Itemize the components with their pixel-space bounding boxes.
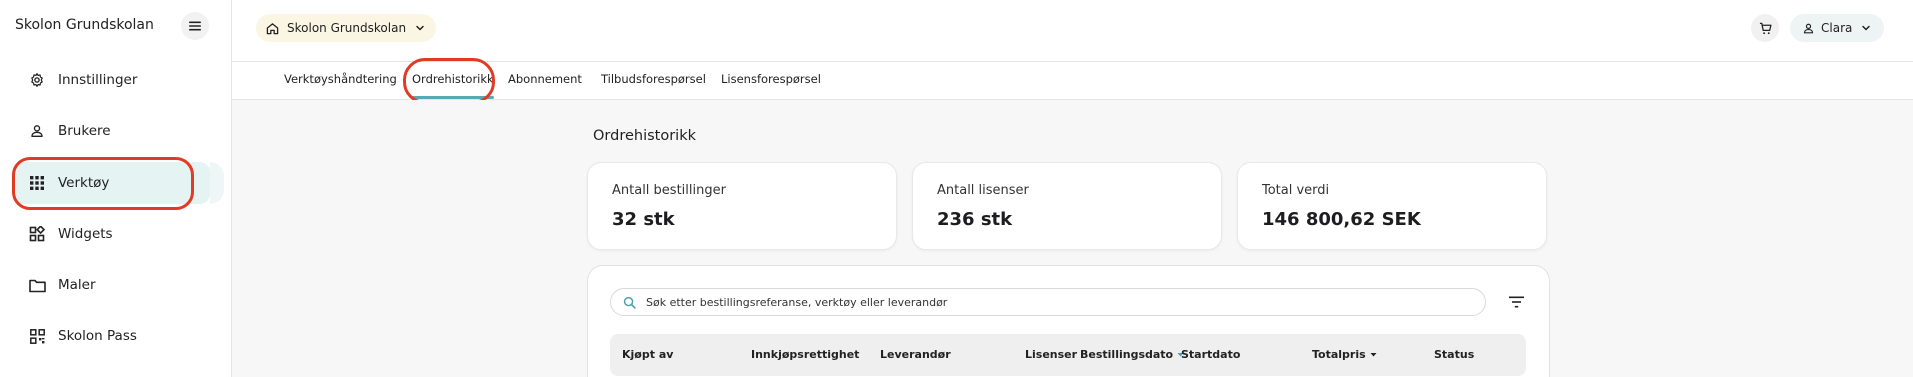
stat-card-total-value: Total verdi 146 800,62 SEK xyxy=(1237,162,1547,250)
filter-icon xyxy=(1508,296,1524,308)
column-header-lisenser[interactable]: Lisenser xyxy=(1025,348,1077,361)
sort-down-icon xyxy=(1369,350,1378,359)
brand-name: Skolon Grundskolan xyxy=(15,17,154,33)
sidebar-item-verktoy[interactable]: Verktøy xyxy=(14,162,224,204)
org-selector[interactable]: Skolon Grundskolan xyxy=(256,14,437,42)
sidebar-item-label: Innstillinger xyxy=(58,72,138,88)
stat-label: Antall lisenser xyxy=(937,183,1029,198)
stat-card-orders: Antall bestillinger 32 stk xyxy=(587,162,897,250)
stat-label: Total verdi xyxy=(1262,183,1330,198)
column-label: Leverandør xyxy=(880,348,951,361)
user-menu[interactable]: Clara xyxy=(1790,14,1885,42)
column-header-startdato[interactable]: Startdato xyxy=(1181,348,1240,361)
tab-ordrehistorikk[interactable]: Ordrehistorikk xyxy=(412,72,494,99)
person-icon xyxy=(28,122,46,140)
tab-lisensforesporsel[interactable]: Lisensforespørsel xyxy=(721,72,821,86)
column-label: Kjøpt av xyxy=(622,348,674,361)
column-header-totalpris[interactable]: Totalpris xyxy=(1312,348,1378,361)
search-input[interactable] xyxy=(646,295,1446,309)
column-header-leverandor[interactable]: Leverandør xyxy=(880,348,951,361)
chevron-down-icon xyxy=(1860,22,1872,34)
user-name: Clara xyxy=(1821,21,1853,35)
sidebar-item-innstillinger[interactable]: Innstillinger xyxy=(14,59,210,101)
orders-panel: Kjøpt av Innkjøpsrettighet Leverandør Li… xyxy=(587,265,1550,377)
chevron-down-icon xyxy=(414,22,426,34)
hamburger-menu-button[interactable] xyxy=(181,12,209,40)
tab-verktoyshandtering[interactable]: Verktøyshåndtering xyxy=(284,72,397,86)
table-header: Kjøpt av Innkjøpsrettighet Leverandør Li… xyxy=(610,334,1526,376)
person-icon xyxy=(1802,22,1815,35)
column-header-innkjopsrettighet[interactable]: Innkjøpsrettighet xyxy=(751,348,859,361)
column-label: Innkjøpsrettighet xyxy=(751,348,860,361)
stat-value: 32 stk xyxy=(612,209,675,230)
column-label: Startdato xyxy=(1181,348,1241,361)
main-content: Ordrehistorikk Antall bestillinger 32 st… xyxy=(232,100,1913,377)
sidebar: Skolon Grundskolan Innstillinger Brukere… xyxy=(0,0,232,377)
sidebar-item-label: Verktøy xyxy=(58,175,110,191)
column-header-bestillingsdato[interactable]: Bestillingsdato xyxy=(1080,348,1185,361)
filter-button[interactable] xyxy=(1506,292,1526,312)
column-label: Totalpris xyxy=(1312,348,1366,361)
sidebar-item-widgets[interactable]: Widgets xyxy=(14,213,210,255)
search-field[interactable] xyxy=(610,288,1486,316)
column-label: Status xyxy=(1434,348,1475,361)
sidebar-item-label: Widgets xyxy=(58,226,113,242)
column-header-status[interactable]: Status xyxy=(1434,348,1474,361)
hamburger-icon xyxy=(189,21,201,31)
search-icon xyxy=(623,296,636,309)
tab-tilbudsforesporsel[interactable]: Tilbudsforespørsel xyxy=(601,72,706,86)
stat-card-licenses: Antall lisenser 236 stk xyxy=(912,162,1222,250)
column-header-kjopt-av[interactable]: Kjøpt av xyxy=(622,348,673,361)
sidebar-item-brukere[interactable]: Brukere xyxy=(14,110,210,152)
stat-value: 146 800,62 SEK xyxy=(1262,209,1421,230)
sidebar-item-label: Skolon Pass xyxy=(58,328,137,344)
widgets-icon xyxy=(28,225,46,243)
page-title: Ordrehistorikk xyxy=(593,128,697,144)
grid-icon xyxy=(28,174,46,192)
folder-icon xyxy=(28,276,46,294)
tab-bar: Verktøyshåndtering Ordrehistorikk Abonne… xyxy=(232,58,1913,104)
cart-icon xyxy=(1759,22,1772,34)
qr-icon xyxy=(28,327,46,345)
cart-button[interactable] xyxy=(1751,14,1779,42)
gear-icon xyxy=(28,71,46,89)
stat-value: 236 stk xyxy=(937,209,1013,230)
sidebar-item-maler[interactable]: Maler xyxy=(14,264,210,306)
sidebar-item-skolon-pass[interactable]: Skolon Pass xyxy=(14,315,210,357)
sidebar-item-label: Maler xyxy=(58,277,96,293)
tab-abonnement[interactable]: Abonnement xyxy=(508,72,582,86)
sidebar-item-label: Brukere xyxy=(58,123,111,139)
stat-label: Antall bestillinger xyxy=(612,183,726,198)
topbar: Skolon Grundskolan Clara xyxy=(232,0,1913,62)
home-icon xyxy=(266,22,279,35)
org-name: Skolon Grundskolan xyxy=(287,21,407,35)
column-label: Bestillingsdato xyxy=(1080,348,1174,361)
column-label: Lisenser xyxy=(1025,348,1078,361)
